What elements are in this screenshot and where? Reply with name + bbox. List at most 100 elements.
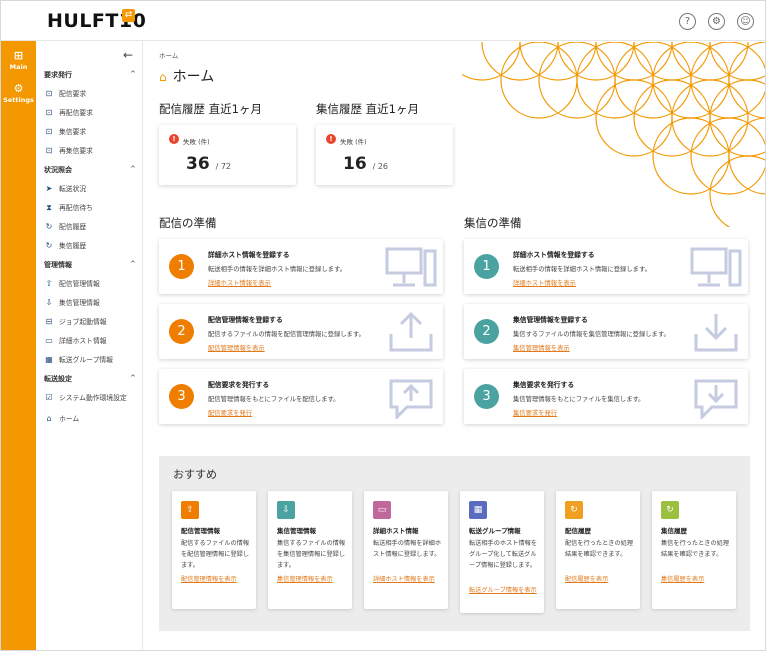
sidebar-section-management[interactable]: 管理情報 ^ (44, 260, 136, 270)
send-history-title: 配信履歴 直近1ヶ月 (159, 102, 262, 116)
sidebar-item-label: ホーム (59, 415, 80, 423)
step-title: 配信管理情報を登録する (208, 316, 283, 324)
sidebar-section-status[interactable]: 状況照会 ^ (44, 165, 136, 175)
rail-settings[interactable]: ⚙ Settings (1, 83, 36, 105)
sidebar-item-recv-history[interactable]: ↻ 集信履歴 (44, 240, 87, 250)
sidebar-item-system-env[interactable]: ☑ システム動作環境設定 (44, 392, 127, 402)
rail-main[interactable]: ⊞ Main (1, 50, 36, 72)
organization-icon[interactable]: ⚙ (708, 13, 725, 30)
recommend-card-link[interactable]: 配信管理情報を表示 (181, 575, 253, 585)
upload-tray-icon: ⇧ (45, 279, 53, 288)
stat-label: 失敗 (件) (183, 138, 210, 146)
sidebar-item-recv-request[interactable]: ⊡ 集信要求 (44, 126, 87, 136)
step-link[interactable]: 詳細ホスト情報を表示 (513, 278, 576, 287)
sidebar-item-label: 配信履歴 (59, 223, 87, 231)
rail-settings-label: Settings (3, 96, 34, 104)
download-tray-icon: ⇩ (277, 501, 295, 519)
page-title: ⌂ ホーム (159, 66, 214, 86)
collapse-arrow-icon[interactable]: ← (123, 48, 133, 62)
recommend-card-recv-mgmt[interactable]: ⇩ 集信管理情報 集信するファイルの情報を集信管理情報に登録します。 集信管理情… (268, 491, 352, 609)
section-title: 管理情報 (44, 261, 72, 269)
sidebar-item-label: 集信履歴 (59, 242, 87, 250)
sidebar-item-host-info[interactable]: ▭ 詳細ホスト情報 (44, 335, 106, 345)
sidebar-section-transfer-settings[interactable]: 転送設定 ^ (44, 374, 136, 384)
error-icon: ! (326, 134, 336, 144)
recommend-title: おすすめ (173, 468, 217, 481)
step-title: 集信管理情報を登録する (513, 316, 588, 324)
breadcrumb[interactable]: ホーム (159, 50, 178, 60)
sidebar-item-label: システム動作環境設定 (59, 394, 127, 402)
recommend-card-desc: 転送相手のホスト情報をグループ化して転送グループ情報に登録します。 (469, 540, 538, 569)
upload-tray-icon (389, 311, 433, 352)
sidebar-item-resend-wait[interactable]: ⧗ 再配信待ち (44, 202, 93, 213)
sidebar-item-transfer-status[interactable]: ➤ 転送状況 (44, 183, 87, 193)
recommend-card-desc: 配信を行ったときの処理結果を確認できます。 (565, 540, 634, 558)
step-desc: 転送相手の情報を詳細ホスト情報に登録します。 (513, 266, 651, 273)
section-title: 状況照会 (44, 166, 72, 174)
send-request-icon: ⊡ (45, 89, 53, 98)
download-tray-icon: ⇩ (45, 298, 53, 307)
sidebar: ← 要求発行 ^ ⊡ 配信要求 ⊡ 再配信要求 ⊡ 集信要求 ⊡ 再集信要求 状況照会 ^ … (36, 41, 143, 650)
job-icon: ⊟ (45, 317, 53, 326)
sidebar-item-group-info[interactable]: ▦ 転送グループ情報 (44, 354, 113, 364)
recommend-card-title: 集信管理情報 (277, 527, 316, 535)
recommend-card-desc: 集信するファイルの情報を集信管理情報に登録します。 (277, 540, 346, 569)
section-title: 転送設定 (44, 375, 72, 383)
sidebar-item-resend-request[interactable]: ⊡ 再配信要求 (44, 107, 93, 117)
app-window: HULFT10 ⇄ ? ⚙ ☺ ⊞ Main ⚙ Settings ← 要求発行… (0, 0, 766, 651)
step-desc: 集信するファイルの情報を集信管理情報に登録します。 (513, 331, 670, 338)
stat-count: 16 (343, 154, 367, 174)
sidebar-item-send-mgmt[interactable]: ⇧ 配信管理情報 (44, 278, 100, 288)
download-tray-icon (694, 314, 738, 352)
sidebar-item-send-history[interactable]: ↻ 配信履歴 (44, 221, 87, 231)
history-icon: ↻ (45, 241, 53, 250)
recv-step-2-card: 2 集信管理情報を登録する 集信するファイルの情報を集信管理情報に登録します。 … (464, 304, 748, 359)
recommend-card-desc: 転送相手の情報を詳細ホスト情報に登録します。 (373, 540, 442, 558)
step-number: 3 (474, 384, 499, 409)
help-icon[interactable]: ? (679, 13, 696, 30)
step-title: 詳細ホスト情報を登録する (208, 251, 290, 259)
recommend-card-link[interactable]: 転送グループ情報を表示 (469, 586, 541, 596)
recommend-card-send-mgmt[interactable]: ⇧ 配信管理情報 配信するファイルの情報を配信管理情報に登録します。 配信管理情… (172, 491, 256, 609)
recommend-card-recv-history[interactable]: ↻ 集信履歴 集信を行ったときの処理結果を確認できます。 集信履歴を表示 (652, 491, 736, 609)
recommend-card-link[interactable]: 集信管理情報を表示 (277, 575, 349, 585)
step-link[interactable]: 集信要求を発行 (513, 408, 557, 417)
main-content: ホーム ⌂ ホーム 配信履歴 直近1ヶ月 集信履歴 直近1ヶ月 ! 失敗 (件) … (144, 42, 765, 650)
sidebar-item-label: 再配信要求 (59, 109, 93, 117)
send-failure-card[interactable]: ! 失敗 (件) 36 / 72 (159, 125, 296, 185)
recommend-card-link[interactable]: 詳細ホスト情報を表示 (373, 575, 445, 585)
hourglass-icon: ⧗ (46, 203, 52, 212)
receive-message-icon (694, 379, 738, 419)
top-header: HULFT10 ⇄ ? ⚙ ☺ (1, 1, 765, 41)
recv-step-3-card: 3 集信要求を発行する 集信管理情報をもとにファイルを集信します。 集信要求を発… (464, 369, 748, 424)
step-link[interactable]: 集信管理情報を表示 (513, 343, 570, 352)
recommend-card-link[interactable]: 集信履歴を表示 (661, 575, 733, 585)
step-number: 1 (169, 254, 194, 279)
stat-total: / 72 (215, 162, 232, 171)
sidebar-item-home[interactable]: ⌂ ホーム (44, 413, 79, 423)
recommend-card-link[interactable]: 配信履歴を表示 (565, 575, 637, 585)
recv-failure-card[interactable]: ! 失敗 (件) 16 / 26 (316, 125, 453, 185)
step-link[interactable]: 詳細ホスト情報を表示 (208, 278, 271, 287)
history-icon: ↻ (661, 501, 679, 519)
sidebar-section-request[interactable]: 要求発行 ^ (44, 70, 136, 80)
sidebar-item-job-info[interactable]: ⊟ ジョブ起動情報 (44, 316, 107, 326)
send-prep-title: 配信の準備 (159, 216, 217, 230)
sidebar-item-rerecv-request[interactable]: ⊡ 再集信要求 (44, 145, 93, 155)
recommend-card-desc: 配信するファイルの情報を配信管理情報に登録します。 (181, 540, 250, 569)
step-link[interactable]: 配信管理情報を表示 (208, 343, 265, 352)
stat-label: 失敗 (件) (340, 138, 367, 146)
send-step-3-card: 3 配信要求を発行する 配信管理情報をもとにファイルを配信します。 配信要求を発… (159, 369, 443, 424)
recommend-card-send-history[interactable]: ↻ 配信履歴 配信を行ったときの処理結果を確認できます。 配信履歴を表示 (556, 491, 640, 609)
sidebar-item-recv-mgmt[interactable]: ⇩ 集信管理情報 (44, 297, 100, 307)
rail-main-label: Main (9, 63, 28, 71)
recommend-card-host-info[interactable]: ▭ 詳細ホスト情報 転送相手の情報を詳細ホスト情報に登録します。 詳細ホスト情報… (364, 491, 448, 609)
sidebar-item-send-request[interactable]: ⊡ 配信要求 (44, 88, 87, 98)
step-link[interactable]: 配信要求を発行 (208, 408, 252, 417)
recommend-card-group-info[interactable]: ▦ 転送グループ情報 転送相手のホスト情報をグループ化して転送グループ情報に登録… (460, 491, 544, 613)
logo-badge-icon: ⇄ (122, 9, 135, 22)
send-step-2-card: 2 配信管理情報を登録する 配信するファイルの情報を配信管理情報に登録します。 … (159, 304, 443, 359)
sidebar-item-label: 再配信待ち (59, 204, 93, 212)
user-icon[interactable]: ☺ (737, 13, 754, 30)
step-desc: 転送相手の情報を詳細ホスト情報に登録します。 (208, 266, 346, 273)
